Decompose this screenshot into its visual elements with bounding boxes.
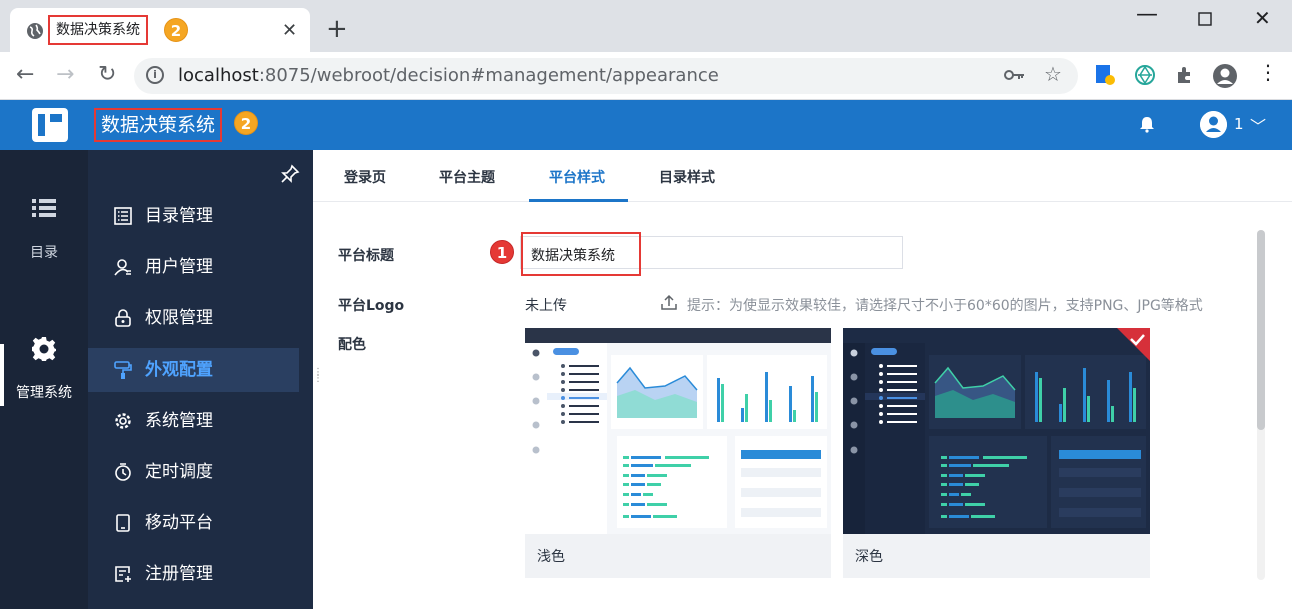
- browser-tab[interactable]: 数据决策系统 2 ✕: [10, 8, 310, 52]
- back-button[interactable]: ←: [16, 62, 34, 87]
- content-scrollbar[interactable]: [1257, 230, 1265, 580]
- maximize-icon: [1198, 12, 1212, 26]
- gear-icon: [32, 337, 56, 361]
- annotation-badge: 2: [234, 111, 258, 135]
- chevron-down-icon[interactable]: ﹀: [1250, 113, 1266, 137]
- tab-platform-theme[interactable]: 平台主题: [439, 167, 495, 187]
- globe-icon: [27, 23, 43, 39]
- forward-button[interactable]: →: [56, 62, 74, 87]
- tab-login-page[interactable]: 登录页: [344, 167, 386, 187]
- menu-item-user-management[interactable]: 用户管理: [88, 245, 299, 289]
- user-icon: [114, 259, 131, 276]
- menu-item-system-management[interactable]: 系统管理: [88, 399, 299, 443]
- menu-item-label: 系统管理: [145, 411, 213, 431]
- bell-icon[interactable]: [1138, 115, 1156, 133]
- site-info-icon[interactable]: i: [146, 66, 164, 84]
- menu-item-label: 注册管理: [145, 564, 213, 584]
- catalog-icon: [114, 207, 132, 225]
- color-scheme-label: 配色: [338, 337, 366, 353]
- menu-item-registration[interactable]: 注册管理: [88, 552, 299, 596]
- theme-name: 浅色: [537, 549, 565, 565]
- profile-icon[interactable]: [1212, 63, 1238, 89]
- dark-theme-preview: [843, 328, 1150, 534]
- menu-item-permission-management[interactable]: 权限管理: [88, 296, 299, 340]
- upload-icon[interactable]: [661, 294, 677, 310]
- pin-icon[interactable]: [280, 164, 300, 184]
- theme-card-dark[interactable]: 深色: [843, 328, 1150, 578]
- paint-roller-icon: [114, 361, 132, 379]
- reload-button[interactable]: ↻: [98, 62, 116, 87]
- rail-item-catalog[interactable]: 目录: [0, 198, 88, 262]
- list-icon: [32, 199, 56, 217]
- scrollbar-thumb[interactable]: [1257, 230, 1265, 430]
- annotation-badge: 1: [490, 240, 514, 264]
- lock-icon: [115, 309, 131, 327]
- puzzle-icon[interactable]: [1174, 64, 1196, 86]
- browser-menu-icon[interactable]: ⋮: [1258, 60, 1278, 84]
- theme-name: 深色: [855, 549, 883, 565]
- menu-item-label: 移动平台: [145, 513, 213, 533]
- menu-item-appearance[interactable]: 外观配置: [88, 348, 299, 392]
- menu-item-label: 定时调度: [145, 462, 213, 482]
- tab-title: 数据决策系统: [48, 15, 148, 45]
- platform-title-value: 数据决策系统: [531, 248, 615, 264]
- browser-tabstrip: 数据决策系统 2 ✕ + — ✕: [0, 0, 1292, 52]
- active-tab-underline: [529, 199, 628, 202]
- annotation-badge: 2: [164, 18, 188, 42]
- user-name[interactable]: 1: [1234, 115, 1244, 133]
- extension-doc-icon[interactable]: [1094, 64, 1116, 86]
- app-header: 数据决策系统 2 1 ﹀: [0, 100, 1292, 150]
- menu-item-label: 用户管理: [145, 257, 213, 277]
- register-icon: [115, 566, 131, 582]
- timer-icon: [115, 463, 131, 481]
- primary-nav-rail: 目录 管理系统: [0, 150, 88, 609]
- light-theme-preview: [525, 328, 831, 534]
- app-logo: [32, 108, 68, 142]
- settings-icon: [115, 413, 131, 429]
- rail-item-label: 目录: [30, 245, 58, 261]
- close-window-button[interactable]: ✕: [1254, 6, 1271, 30]
- new-tab-button[interactable]: +: [326, 16, 348, 42]
- key-icon[interactable]: [1004, 68, 1026, 82]
- platform-logo-label: 平台Logo: [338, 298, 405, 314]
- star-icon[interactable]: ☆: [1044, 62, 1062, 86]
- tab-catalog-style[interactable]: 目录样式: [659, 167, 715, 187]
- minimize-button[interactable]: —: [1136, 2, 1158, 27]
- theme-card-light[interactable]: 浅色: [525, 328, 831, 578]
- secondary-menu: 目录管理 用户管理 权限管理 外观配置 系统管理 定时调度 移动平台 注册管理: [88, 150, 313, 609]
- menu-item-label: 目录管理: [145, 206, 213, 226]
- omnibox[interactable]: i localhost:8075/webroot/decision#manage…: [134, 58, 1078, 94]
- logo-hint: 提示：为使显示效果较佳，请选择尺寸不小于60*60的图片，支持PNG、JPG等格…: [687, 298, 1203, 314]
- url-path: :8075/webroot/decision#management/appear…: [258, 65, 719, 86]
- tab-platform-style[interactable]: 平台样式: [549, 167, 605, 187]
- menu-item-catalog-management[interactable]: 目录管理: [88, 194, 299, 238]
- maximize-button[interactable]: [1198, 10, 1212, 31]
- rail-item-management[interactable]: 管理系统: [0, 336, 88, 402]
- url-host: localhost: [178, 65, 259, 86]
- content-tabs: 登录页 平台主题 平台样式 目录样式: [313, 150, 1292, 202]
- mobile-icon: [116, 514, 130, 532]
- extension-diamond-icon[interactable]: [1134, 64, 1156, 86]
- app-title: 数据决策系统: [94, 108, 223, 142]
- menu-item-mobile-platform[interactable]: 移动平台: [88, 501, 299, 545]
- menu-item-label: 权限管理: [145, 308, 213, 328]
- logo-status: 未上传: [525, 298, 567, 314]
- address-bar: ← → ↻ i localhost:8075/webroot/decision#…: [0, 52, 1292, 100]
- rail-item-label: 管理系统: [16, 385, 72, 401]
- resize-handle[interactable]: ⋮ ⋮: [313, 368, 323, 390]
- menu-item-label: 外观配置: [145, 360, 213, 380]
- menu-item-scheduling[interactable]: 定时调度: [88, 450, 299, 494]
- user-avatar[interactable]: [1200, 111, 1227, 138]
- platform-title-label: 平台标题: [338, 248, 394, 264]
- url-text[interactable]: localhost:8075/webroot/decision#manageme…: [178, 65, 719, 86]
- close-tab-icon[interactable]: ✕: [282, 20, 297, 41]
